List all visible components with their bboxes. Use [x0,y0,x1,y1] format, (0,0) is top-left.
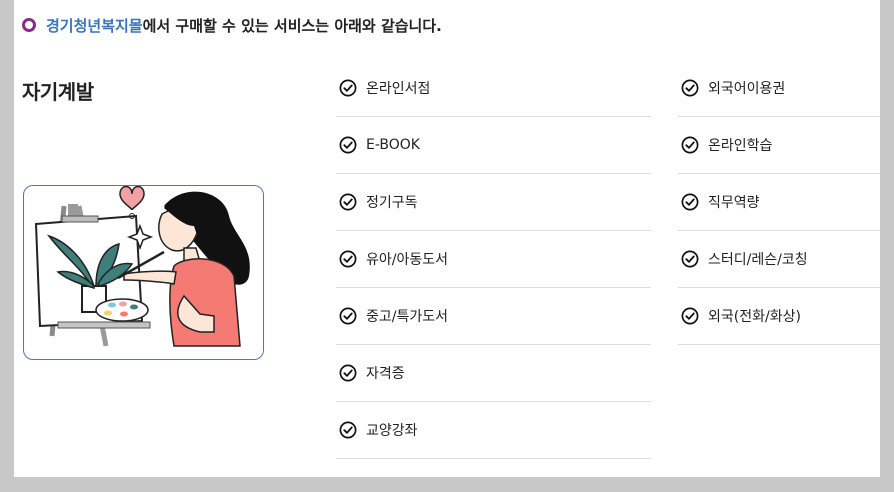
service-item-online-learning[interactable]: 온라인학습 [678,117,880,174]
intro-sentence: 경기청년복지몰에서 구매할 수 있는 서비스는 아래와 같습니다. [46,15,442,36]
check-circle-icon [681,79,699,97]
check-circle-icon [339,136,357,154]
service-item-foreign-phone-video[interactable]: 외국(전화/화상) [678,288,880,345]
section-title: 자기계발 [22,80,94,104]
intro-line: 경기청년복지몰에서 구매할 수 있는 서비스는 아래와 같습니다. [22,15,442,35]
check-circle-icon [681,193,699,211]
service-label: 자격증 [366,366,405,382]
service-item-children-books[interactable]: 유아/아동도서 [336,231,651,288]
service-item-liberal-arts-lecture[interactable]: 교양강좌 [336,402,651,459]
check-circle-icon [339,307,357,325]
service-item-study-lesson-coaching[interactable]: 스터디/레슨/코칭 [678,231,880,288]
service-label: 직무역량 [708,195,760,211]
check-circle-icon [681,250,699,268]
self-development-illustration [23,185,264,360]
service-list-right: 외국어이용권 온라인학습 직무역량 스터디/레슨/코칭 외국(전화/화상) [678,60,880,345]
content-panel: 경기청년복지몰에서 구매할 수 있는 서비스는 아래와 같습니다. 자기계발 온… [14,0,880,477]
painting-woman-image [34,186,250,347]
check-circle-icon [339,79,357,97]
service-label: 온라인학습 [708,138,773,154]
service-item-ebook[interactable]: E-BOOK [336,117,651,174]
service-label: 온라인서점 [366,81,431,97]
service-label: 정기구독 [366,195,418,211]
service-label: E-BOOK [366,137,420,153]
bullet-ring-icon [22,18,36,32]
service-item-online-bookstore[interactable]: 온라인서점 [336,60,651,117]
service-label: 유아/아동도서 [366,252,448,268]
brand-name: 경기청년복지몰 [46,16,143,35]
service-item-job-skills[interactable]: 직무역량 [678,174,880,231]
service-item-certificate[interactable]: 자격증 [336,345,651,402]
service-label: 교양강좌 [366,423,418,439]
check-circle-icon [681,136,699,154]
intro-text: 에서 구매할 수 있는 서비스는 아래와 같습니다. [142,16,442,35]
service-label: 중고/특가도서 [366,309,448,325]
check-circle-icon [339,250,357,268]
service-label: 스터디/레슨/코칭 [708,252,808,268]
service-label: 외국어이용권 [708,81,786,97]
service-list-left: 온라인서점 E-BOOK 정기구독 유아/아동도서 중고/특가도서 자격증 교양… [336,60,651,459]
check-circle-icon [339,421,357,439]
service-item-language-voucher[interactable]: 외국어이용권 [678,60,880,117]
check-circle-icon [681,307,699,325]
service-label: 외국(전화/화상) [708,309,801,325]
service-item-used-books[interactable]: 중고/특가도서 [336,288,651,345]
check-circle-icon [339,193,357,211]
service-item-subscription[interactable]: 정기구독 [336,174,651,231]
check-circle-icon [339,364,357,382]
